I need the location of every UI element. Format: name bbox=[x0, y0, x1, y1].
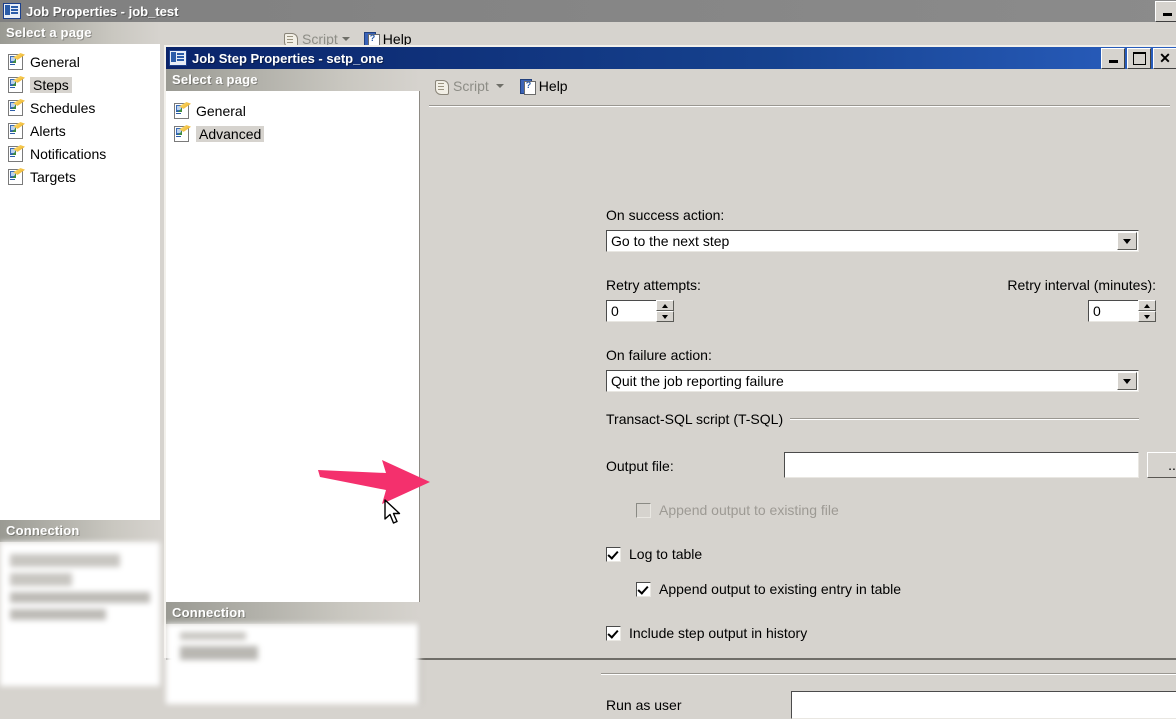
dialog-content-panel: Script ? Help On success action: Go to t… bbox=[421, 69, 1176, 719]
page-icon bbox=[174, 102, 191, 119]
page-icon bbox=[8, 122, 25, 139]
dialog-connection-header: Connection bbox=[166, 602, 420, 624]
on-success-action-combobox[interactable]: Go to the next step bbox=[606, 230, 1139, 252]
checkbox-box[interactable] bbox=[606, 546, 621, 562]
on-failure-action-label: On failure action: bbox=[606, 347, 712, 363]
background-connection-details bbox=[0, 542, 160, 686]
page-icon bbox=[8, 145, 25, 162]
retry-interval-label: Retry interval (minutes): bbox=[1007, 277, 1156, 293]
checkbox-box bbox=[636, 502, 651, 518]
tsql-group-title: Transact-SQL script (T-SQL) bbox=[606, 411, 784, 427]
sidebar-item-label: Alerts bbox=[30, 122, 66, 139]
dialog-select-a-page-header: Select a page bbox=[166, 69, 420, 91]
group-divider bbox=[790, 418, 1139, 420]
chevron-down-icon[interactable] bbox=[341, 37, 350, 41]
maximize-button[interactable] bbox=[1127, 47, 1151, 69]
output-file-label: Output file: bbox=[606, 458, 674, 474]
dialog-sidebar-item-advanced[interactable]: Advanced bbox=[166, 122, 419, 145]
on-success-action-label: On success action: bbox=[606, 207, 725, 223]
sidebar-item-targets[interactable]: Targets bbox=[0, 165, 160, 188]
chevron-down-icon[interactable] bbox=[1117, 372, 1137, 390]
job-step-properties-dialog: Job Step Properties - setp_one ✕ Select … bbox=[164, 45, 1176, 719]
dialog-title: Job Step Properties - setp_one bbox=[192, 50, 384, 66]
append-output-to-table-label: Append output to existing entry in table bbox=[659, 581, 902, 597]
retry-interval-up-button[interactable] bbox=[1138, 300, 1156, 311]
retry-interval-stepper[interactable]: 0 bbox=[1088, 300, 1156, 322]
page-icon bbox=[8, 99, 25, 116]
checkbox-box[interactable] bbox=[636, 581, 651, 597]
retry-attempts-up-button[interactable] bbox=[656, 300, 674, 311]
retry-attempts-label: Retry attempts: bbox=[606, 277, 701, 293]
sidebar-item-label: General bbox=[30, 53, 80, 70]
sidebar-item-label: Targets bbox=[30, 168, 76, 185]
script-button[interactable]: Script bbox=[433, 78, 504, 95]
sidebar-item-label: Notifications bbox=[30, 145, 107, 162]
app-icon bbox=[169, 50, 187, 66]
help-button[interactable]: ? Help bbox=[519, 78, 568, 95]
page-icon bbox=[8, 76, 25, 93]
dialog-sidebar-item-general[interactable]: General bbox=[166, 99, 419, 122]
dialog-toolbar: Script ? Help bbox=[421, 69, 1176, 103]
background-page-list: General Steps Schedules Alerts Notificat… bbox=[0, 44, 160, 520]
retry-attempts-input[interactable]: 0 bbox=[606, 300, 656, 322]
dialog-sidebar-item-label: Advanced bbox=[196, 125, 265, 142]
help-icon: ? bbox=[519, 78, 536, 95]
dialog-titlebar[interactable]: Job Step Properties - setp_one ✕ bbox=[166, 47, 1176, 69]
on-success-action-value: Go to the next step bbox=[611, 233, 730, 249]
background-connection-header: Connection bbox=[0, 520, 160, 542]
chevron-down-icon[interactable] bbox=[1117, 232, 1137, 250]
sidebar-item-label: Schedules bbox=[30, 99, 96, 116]
output-file-browse-button[interactable]: ... bbox=[1147, 452, 1176, 478]
sidebar-item-general[interactable]: General bbox=[0, 50, 160, 73]
dialog-left-panel: Select a page General Advanced Connectio… bbox=[166, 69, 420, 704]
background-select-a-page-header: Select a page bbox=[0, 22, 160, 44]
retry-attempts-stepper[interactable]: 0 bbox=[606, 300, 674, 322]
dialog-page-list: General Advanced bbox=[166, 91, 420, 602]
page-icon bbox=[174, 125, 191, 142]
log-to-table-checkbox[interactable]: Log to table bbox=[606, 546, 702, 562]
include-step-output-checkbox[interactable]: Include step output in history bbox=[606, 625, 807, 641]
sidebar-item-steps[interactable]: Steps bbox=[0, 73, 160, 96]
close-icon: ✕ bbox=[1159, 50, 1171, 66]
close-button[interactable]: ✕ bbox=[1153, 47, 1176, 69]
on-failure-action-combobox[interactable]: Quit the job reporting failure bbox=[606, 370, 1139, 392]
dialog-sidebar-item-label: General bbox=[196, 102, 246, 119]
sidebar-item-label: Steps bbox=[30, 76, 72, 93]
help-label: Help bbox=[538, 78, 568, 94]
retry-interval-input[interactable]: 0 bbox=[1088, 300, 1138, 322]
toolbar-separator bbox=[429, 105, 1170, 107]
dialog-connection-details bbox=[166, 624, 420, 704]
include-step-output-label: Include step output in history bbox=[629, 625, 808, 641]
chevron-down-icon[interactable] bbox=[495, 84, 504, 88]
sidebar-item-schedules[interactable]: Schedules bbox=[0, 96, 160, 119]
on-failure-action-value: Quit the job reporting failure bbox=[611, 373, 784, 389]
script-label: Script bbox=[453, 78, 489, 94]
log-to-table-label: Log to table bbox=[629, 546, 703, 562]
sidebar-item-notifications[interactable]: Notifications bbox=[0, 142, 160, 165]
retry-attempts-down-button[interactable] bbox=[656, 311, 674, 322]
checkbox-box[interactable] bbox=[606, 625, 621, 641]
script-icon bbox=[433, 79, 449, 95]
bottom-separator bbox=[601, 673, 1176, 675]
minimize-button[interactable] bbox=[1101, 47, 1125, 69]
append-output-to-file-checkbox: Append output to existing file bbox=[636, 502, 839, 518]
background-left-panel: Select a page General Steps Schedules Al… bbox=[0, 22, 160, 686]
retry-interval-down-button[interactable] bbox=[1138, 311, 1156, 322]
run-as-user-label: Run as user bbox=[606, 697, 682, 713]
append-output-to-file-label: Append output to existing file bbox=[659, 502, 839, 518]
page-icon bbox=[8, 168, 25, 185]
background-minimize-button[interactable] bbox=[1155, 0, 1176, 22]
sidebar-item-alerts[interactable]: Alerts bbox=[0, 119, 160, 142]
background-window-titlebar[interactable]: Job Properties - job_test bbox=[0, 0, 1176, 22]
output-file-input[interactable] bbox=[784, 452, 1139, 478]
run-as-user-input[interactable] bbox=[791, 691, 1176, 719]
app-icon bbox=[3, 3, 21, 19]
tsql-group-header: Transact-SQL script (T-SQL) bbox=[606, 411, 1139, 427]
append-output-to-table-checkbox[interactable]: Append output to existing entry in table bbox=[636, 581, 901, 597]
page-icon bbox=[8, 53, 25, 70]
background-window-title: Job Properties - job_test bbox=[26, 3, 179, 19]
